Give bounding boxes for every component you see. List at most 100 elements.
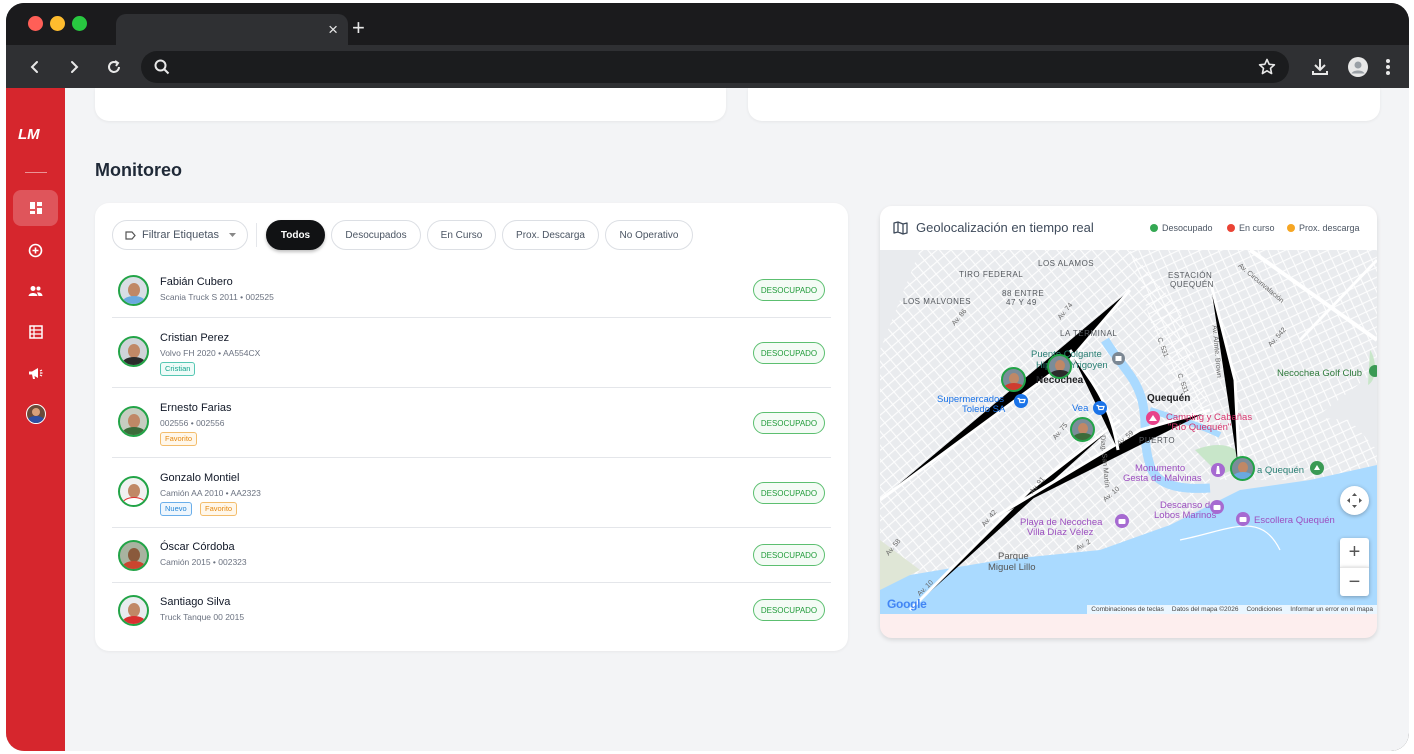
driver-name: Santiago Silva [160, 596, 231, 608]
driver-name: Óscar Córdoba [160, 541, 235, 553]
camera-pin-icon[interactable] [1210, 500, 1224, 514]
map-label: Toledo SA [962, 404, 1006, 415]
browser-tab[interactable]: × [116, 14, 348, 46]
park-pin-icon[interactable] [1310, 461, 1324, 475]
attribution-report[interactable]: Informar un error en el mapa [1290, 606, 1373, 613]
sidebar-item-dashboard[interactable] [13, 190, 58, 226]
driver-map-marker[interactable] [1001, 367, 1026, 392]
legend-en-curso: En curso [1227, 223, 1275, 233]
map-label: ESTACIÓN [1168, 271, 1213, 280]
tag-badge: Favorito [200, 502, 238, 516]
legend-label: En curso [1239, 223, 1275, 233]
legend-dot [1287, 224, 1295, 232]
google-logo-text: Google [887, 597, 927, 611]
legend-dot [1227, 224, 1235, 232]
chip-no-operativo[interactable]: No Operativo [605, 220, 693, 250]
driver-row[interactable]: Ernesto Farias 002556 • 002556 Favorito … [112, 388, 831, 458]
attribution-data: Datos del mapa ©2026 [1171, 606, 1239, 613]
download-button[interactable] [1308, 55, 1332, 79]
golf-pin-icon[interactable] [1369, 365, 1377, 379]
map-label: Lobos Marinos [1154, 510, 1217, 521]
map-label: Escollera Quequén [1254, 515, 1335, 526]
map-label: 88 ENTRE [1002, 289, 1045, 298]
search-icon [154, 59, 170, 75]
sidebar-item-users[interactable] [13, 273, 58, 309]
menu-button[interactable] [1376, 55, 1400, 79]
driver-map-marker[interactable] [1230, 456, 1255, 481]
address-bar[interactable] [141, 51, 1289, 83]
driver-row[interactable]: Fabián Cubero Scania Truck S 2011 • 0025… [112, 263, 831, 318]
shopping-cart-pin-icon[interactable] [1014, 394, 1028, 408]
sidebar-item-table[interactable] [13, 314, 58, 350]
chip-en-curso[interactable]: En Curso [427, 220, 496, 250]
driver-map-marker[interactable] [1047, 354, 1072, 379]
sidebar-item-profile[interactable] [13, 396, 58, 432]
camera-pin-icon[interactable] [1236, 512, 1250, 526]
attribution-terms[interactable]: Condiciones [1246, 606, 1282, 613]
zoom-out-button[interactable]: − [1340, 567, 1369, 596]
driver-avatar [118, 595, 149, 626]
driver-row[interactable]: Cristian Perez Volvo FH 2020 • AA554CX C… [112, 318, 831, 388]
filter-tags-dropdown[interactable]: Filtrar Etiquetas [112, 220, 248, 250]
legend-desocupado: Desocupado [1150, 223, 1213, 233]
shopping-cart-pin-icon[interactable] [1093, 401, 1107, 415]
maximize-window-button[interactable] [72, 16, 87, 31]
star-icon[interactable] [1258, 58, 1276, 76]
sidebar: LM [6, 88, 65, 751]
chip-prox-descarga[interactable]: Prox. Descarga [502, 220, 599, 250]
chip-divider [256, 223, 257, 247]
map-label: TIRO FEDERAL [959, 270, 1024, 279]
user-avatar [25, 404, 46, 424]
map-label: Gesta de Malvinas [1123, 473, 1202, 484]
status-badge: DESOCUPADO [753, 599, 825, 621]
tag-badge: Cristian [160, 362, 196, 376]
geolocation-card: Geolocalización en tiempo real Desocupad… [880, 206, 1377, 638]
zoom-in-button[interactable]: + [1340, 538, 1369, 567]
map-header: Geolocalización en tiempo real Desocupad… [880, 206, 1377, 250]
profile-button[interactable] [1346, 55, 1370, 79]
driver-avatar [118, 336, 149, 367]
driver-name: Cristian Perez [160, 332, 230, 344]
monument-pin-icon[interactable] [1211, 463, 1225, 477]
chip-todos[interactable]: Todos [266, 220, 325, 250]
tab-close-icon[interactable]: × [328, 20, 338, 40]
camera-pin-icon[interactable] [1115, 514, 1129, 528]
sidebar-item-campaigns[interactable] [13, 355, 58, 391]
summary-card-left [95, 88, 726, 121]
driver-map-marker[interactable] [1070, 417, 1095, 442]
forward-button[interactable] [62, 55, 86, 79]
landmark-pin-icon[interactable] [1112, 352, 1125, 365]
driver-row[interactable]: Óscar Córdoba Camión 2015 • 002323 DESOC… [112, 528, 831, 583]
status-badge: DESOCUPADO [753, 279, 825, 301]
attribution-shortcuts[interactable]: Combinaciones de teclas [1091, 606, 1164, 613]
map-canvas[interactable]: LOS ALAMOS TIRO FEDERAL ESTACIÓN QUEQUÉN… [880, 250, 1377, 614]
summary-card-right [748, 88, 1380, 121]
google-logo: Google [887, 597, 927, 611]
chip-desocupados[interactable]: Desocupados [331, 220, 421, 250]
chevron-down-icon [229, 233, 237, 237]
users-icon [28, 286, 43, 296]
map-label: LOS ALAMOS [1038, 259, 1095, 268]
label-icon [125, 230, 136, 240]
new-tab-button[interactable]: + [352, 17, 365, 39]
tag-badge: Favorito [160, 432, 198, 446]
reload-button[interactable] [102, 55, 126, 79]
camping-pin-icon[interactable] [1146, 411, 1160, 425]
map-label: "Río Quequén" [1168, 422, 1232, 433]
map-camera-control[interactable] [1340, 486, 1369, 515]
driver-row[interactable]: Gonzalo Montiel Camión AA 2010 • AA2323 … [112, 458, 831, 528]
sidebar-item-add[interactable] [13, 232, 58, 268]
map-label: Quequén [1147, 393, 1191, 404]
close-window-button[interactable] [28, 16, 43, 31]
browser-toolbar [6, 45, 1409, 88]
back-arrow-icon [30, 61, 38, 73]
minimize-window-button[interactable] [50, 16, 65, 31]
driver-list-card: Filtrar Etiquetas Todos Desocupados En C… [95, 203, 848, 651]
driver-name: Fabián Cubero [160, 276, 233, 288]
status-badge: DESOCUPADO [753, 412, 825, 434]
map-label: PUERTO [1139, 436, 1176, 445]
back-button[interactable] [23, 55, 47, 79]
driver-row[interactable]: Santiago Silva Truck Tanque 00 2015 DESO… [112, 583, 831, 638]
dashboard-icon [29, 202, 42, 214]
app-content: LM Monitoreo Filtrar Etiquetas Todos Des… [6, 88, 1409, 751]
